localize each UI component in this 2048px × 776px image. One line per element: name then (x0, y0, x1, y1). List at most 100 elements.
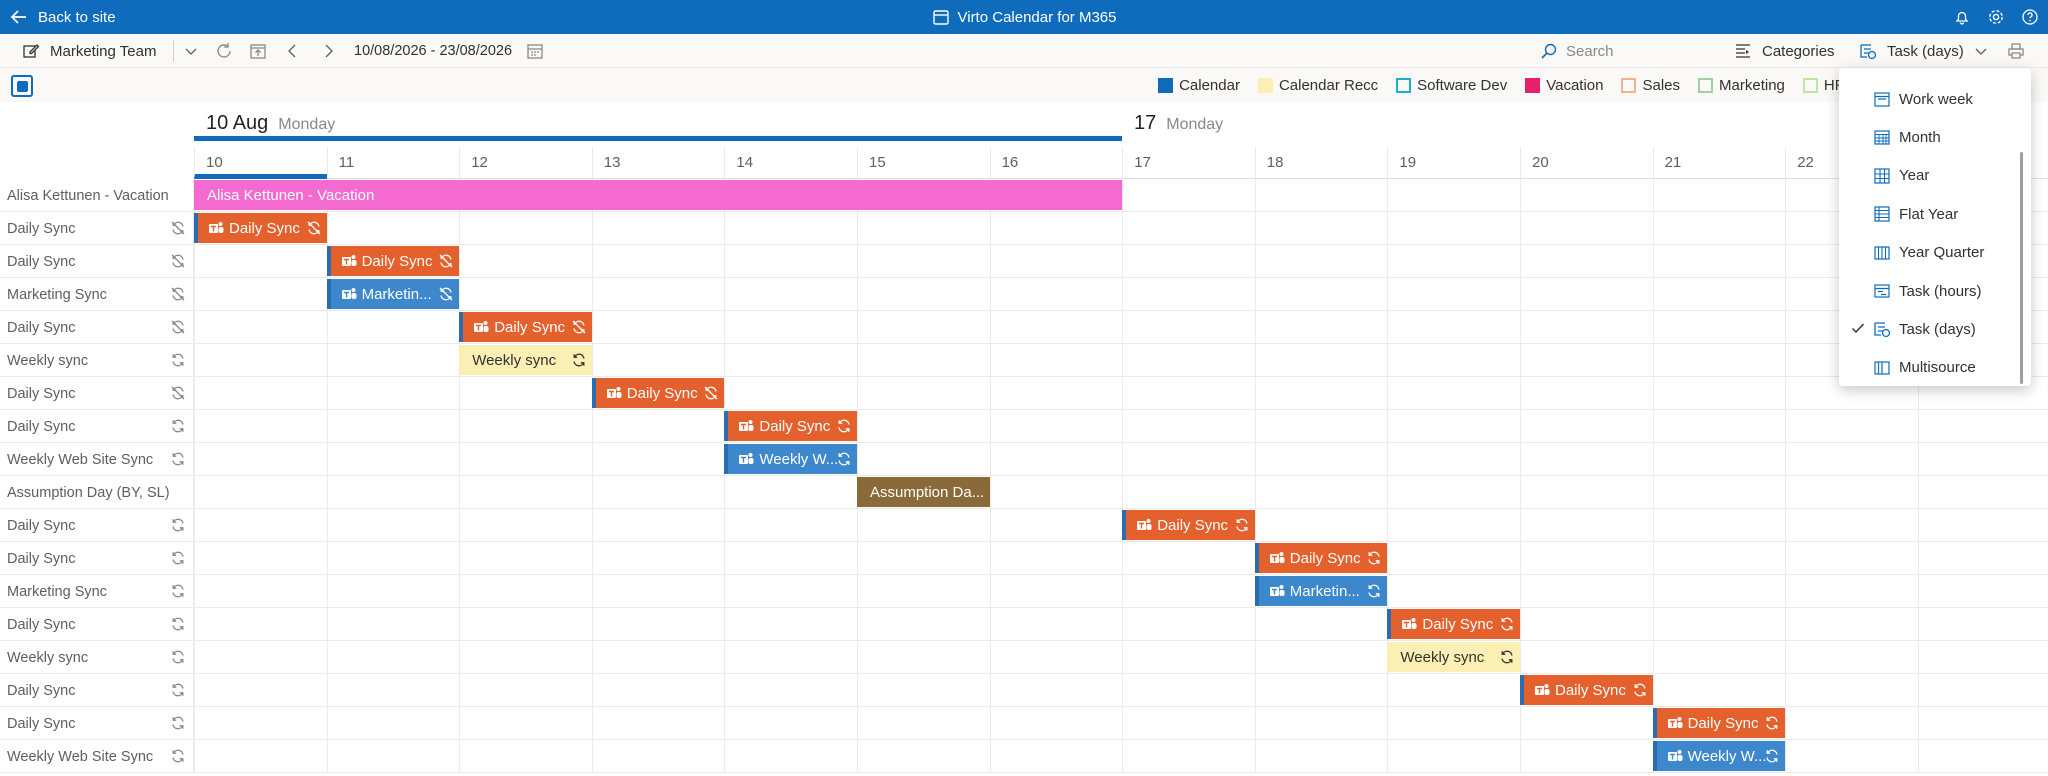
event-bar[interactable]: Weekly W... (724, 444, 857, 474)
event-bar[interactable]: Assumption Da... (857, 477, 990, 507)
event-bar[interactable]: Marketin... (326, 279, 460, 309)
event-bar[interactable]: Daily Sync (459, 312, 592, 342)
legend-item[interactable]: Marketing (1698, 77, 1785, 94)
event-bar[interactable]: Daily Sync (591, 378, 725, 408)
month-icon (1874, 130, 1890, 145)
event-bar[interactable]: Daily Sync (194, 213, 327, 243)
previous-period-button[interactable] (285, 34, 301, 68)
view-menu-item[interactable]: Task (days) (1839, 310, 2029, 348)
view-menu-item-label: Multisource (1899, 359, 1976, 377)
print-icon[interactable] (2007, 34, 2025, 68)
week-date: 17 (1134, 112, 1157, 134)
day-header[interactable]: 15 (857, 147, 990, 179)
row-label[interactable]: Daily Sync (0, 311, 194, 344)
row-label[interactable]: Daily Sync (0, 542, 194, 575)
calendar-selector[interactable]: Marketing Team (22, 34, 156, 68)
event-title: Daily Sync (361, 252, 433, 270)
day-header[interactable]: 12 (459, 147, 592, 179)
categories-button[interactable]: Categories (1734, 34, 1835, 68)
legend-item[interactable]: Calendar (1158, 77, 1240, 94)
row-label[interactable]: Daily Sync (0, 245, 194, 278)
legend-item[interactable]: Software Dev (1396, 77, 1507, 94)
view-menu-item[interactable]: Multisource (1839, 349, 2029, 387)
row-label[interactable]: Daily Sync (0, 377, 194, 410)
event-bar[interactable]: Daily Sync (326, 246, 460, 276)
day-header[interactable]: 11 (326, 147, 460, 179)
event-bar[interactable]: Marketin... (1254, 576, 1388, 606)
event-bar[interactable]: Daily Sync (724, 411, 857, 441)
day-header[interactable]: 18 (1254, 147, 1388, 179)
row-label[interactable]: Alisa Kettunen - Vacation (0, 179, 194, 212)
chevron-down-icon[interactable] (183, 34, 199, 68)
next-period-button[interactable] (320, 34, 336, 68)
event-bar[interactable]: Weekly W... (1652, 741, 1786, 771)
recurrence-icon-wrap (170, 649, 186, 665)
legend-item[interactable]: Vacation (1525, 77, 1603, 94)
row-label[interactable]: Daily Sync (0, 674, 194, 707)
day-header[interactable]: 14 (724, 147, 857, 179)
row-label[interactable]: Daily Sync (0, 608, 194, 641)
row-label[interactable]: Marketing Sync (0, 575, 194, 608)
refresh-icon[interactable] (214, 34, 234, 68)
teams-icon (1667, 750, 1683, 761)
recurrence-icon (172, 419, 184, 433)
legend-item[interactable]: Sales (1621, 77, 1680, 94)
event-bar[interactable]: Alisa Kettunen - Vacation (194, 180, 1123, 210)
select-all-checkbox[interactable] (11, 75, 33, 97)
event-bar[interactable]: Weekly sync (459, 345, 592, 375)
view-menu-item[interactable]: Work week (1839, 80, 2029, 118)
row-label[interactable]: Daily Sync (0, 410, 194, 443)
row-label[interactable]: Assumption Day (BY, SL) (0, 476, 194, 509)
view-selector[interactable]: Task (days) (1859, 34, 1988, 68)
day-header[interactable]: 19 (1387, 147, 1520, 179)
view-menu-item[interactable]: Year Quarter (1839, 234, 2029, 272)
task-days-icon (1860, 44, 1877, 60)
row-label-text: Daily Sync (7, 418, 76, 435)
day-header[interactable]: 10 (194, 147, 327, 179)
row-label-text: Daily Sync (7, 715, 76, 732)
recurrence-icon (1633, 683, 1646, 697)
day-header[interactable]: 17 (1122, 147, 1255, 179)
recurrence-icon (172, 716, 184, 730)
event-bar[interactable]: Daily Sync (1387, 609, 1520, 639)
day-header[interactable]: 21 (1652, 147, 1786, 179)
day-header[interactable]: 13 (591, 147, 725, 179)
view-menu-item[interactable]: Task (hours) (1839, 272, 2029, 310)
event-title: Daily Sync (1555, 681, 1626, 699)
row-label[interactable]: Weekly sync (0, 641, 194, 674)
view-menu-item[interactable]: Flat Year (1839, 195, 2029, 233)
event-bar[interactable]: Daily Sync (1122, 510, 1255, 540)
row-label[interactable]: Weekly sync (0, 344, 194, 377)
row-label[interactable]: Daily Sync (0, 212, 194, 245)
legend-item[interactable]: Calendar Recc (1257, 77, 1378, 94)
day-header[interactable]: 20 (1520, 147, 1653, 179)
date-range[interactable]: 10/08/2026 - 23/08/2026 (354, 34, 512, 68)
view-menu-item[interactable]: Year (1839, 157, 2029, 195)
teams-icon (341, 288, 357, 299)
today-icon[interactable] (249, 34, 267, 68)
row-label[interactable]: Daily Sync (0, 707, 194, 740)
day-header[interactable]: 16 (989, 147, 1123, 179)
row-label-text: Daily Sync (7, 220, 76, 237)
table-row: Daily Sync Daily Sync (0, 212, 2048, 245)
event-bar[interactable]: Weekly sync (1387, 642, 1520, 672)
event-bar[interactable]: Daily Sync (1254, 543, 1388, 573)
row-label[interactable]: Weekly Web Site Sync (0, 443, 194, 476)
event-bar[interactable]: Daily Sync (1652, 708, 1786, 738)
date-picker-icon[interactable] (526, 34, 544, 68)
row-label-text: Daily Sync (7, 616, 76, 633)
event-title: Marketin... (1289, 582, 1360, 600)
search-box[interactable]: Search (1540, 39, 1720, 63)
help-icon[interactable] (2018, 5, 2042, 29)
bell-icon[interactable] (1950, 5, 1974, 29)
row-label[interactable]: Marketing Sync (0, 278, 194, 311)
row-label[interactable]: Weekly Web Site Sync (0, 740, 194, 773)
event-title: Daily Sync (626, 384, 698, 402)
view-menu-item[interactable]: Month (1839, 118, 2029, 156)
legend-label: Marketing (1719, 76, 1785, 94)
gear-icon[interactable] (1984, 5, 2008, 29)
row-label[interactable]: Daily Sync (0, 509, 194, 542)
legend-swatch (1525, 77, 1541, 93)
event-bar[interactable]: Daily Sync (1520, 675, 1653, 705)
recurrence-icon (838, 452, 850, 466)
